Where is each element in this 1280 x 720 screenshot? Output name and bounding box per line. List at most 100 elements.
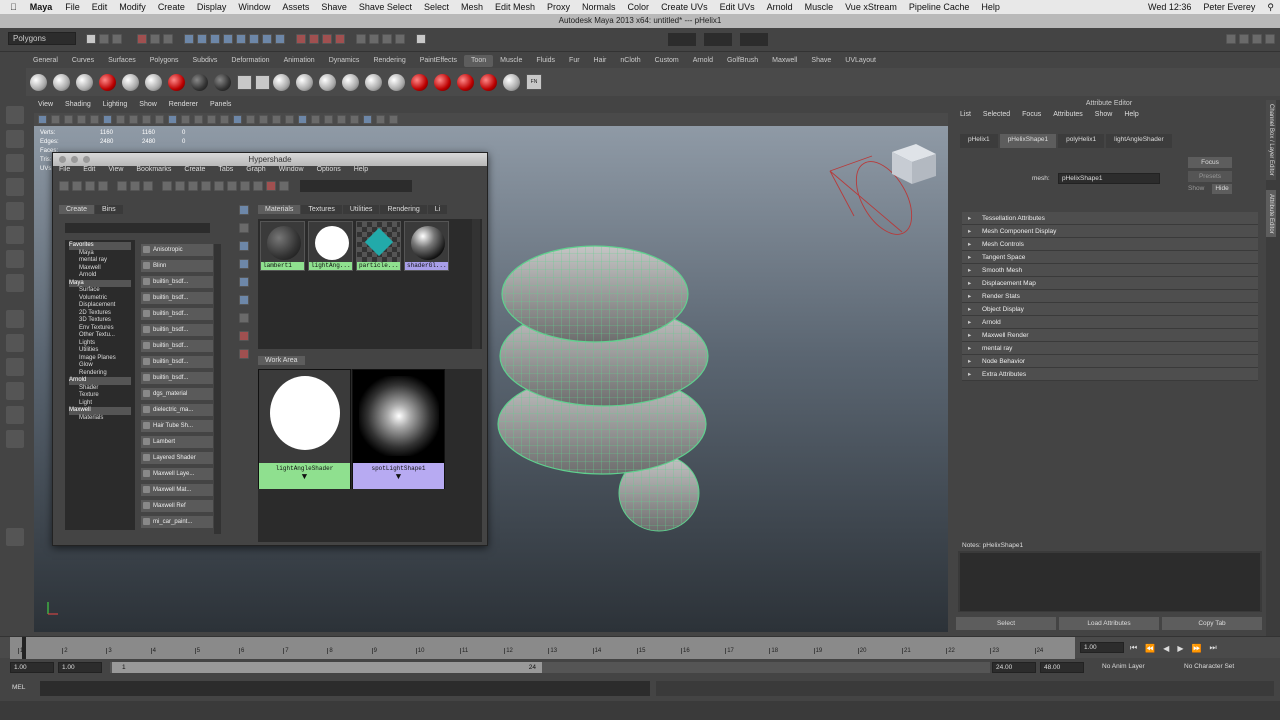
- create-node-button[interactable]: Layered Shader: [141, 452, 213, 464]
- toggle-panel-icon[interactable]: [72, 181, 82, 191]
- hypershade-menu-item[interactable]: View: [108, 166, 123, 178]
- shelf-tab[interactable]: Fluids: [529, 55, 562, 67]
- mac-menu-item[interactable]: Edit UVs: [720, 2, 755, 12]
- viewport-tool-icon[interactable]: [51, 115, 60, 124]
- view-icon[interactable]: [239, 223, 249, 233]
- view-icon[interactable]: [239, 277, 249, 287]
- range-slider-handle[interactable]: 1 24: [112, 662, 542, 673]
- work-node[interactable]: lightAngleShader ▼: [258, 369, 351, 489]
- create-node-button[interactable]: mi_car_paint...: [141, 516, 213, 528]
- attribute-editor-tab[interactable]: pHelixShape1: [999, 134, 1057, 148]
- hypershade-menu-item[interactable]: Window: [279, 166, 304, 178]
- view-icon[interactable]: [239, 295, 249, 305]
- shelf-tab[interactable]: Animation: [277, 55, 322, 67]
- toggle-panel-icon[interactable]: [59, 181, 69, 191]
- sphere-shelf-icon[interactable]: [411, 73, 428, 91]
- show-button[interactable]: Show: [1188, 185, 1204, 192]
- sphere-shelf-icon[interactable]: [296, 73, 313, 91]
- material-swatch[interactable]: lambert1: [260, 221, 305, 271]
- mesh-name-field[interactable]: pHelixShape1: [1058, 173, 1160, 184]
- anim-layer-dropdown[interactable]: No Anim Layer: [1102, 663, 1145, 670]
- shelf-tab[interactable]: Maxwell: [765, 55, 804, 67]
- node-list-scrollbar[interactable]: [214, 244, 221, 534]
- create-node-button[interactable]: Hair Tube Sh...: [141, 420, 213, 432]
- viewport-tool-icon[interactable]: [285, 115, 294, 124]
- shelf-tab[interactable]: Fur: [562, 55, 587, 67]
- mac-menu-item[interactable]: Normals: [582, 2, 616, 12]
- shelf-tab[interactable]: Muscle: [493, 55, 529, 67]
- mac-menu-item[interactable]: Mesh: [461, 2, 483, 12]
- view-icon[interactable]: [239, 349, 249, 359]
- shelf-tab[interactable]: Polygons: [143, 55, 186, 67]
- hypershade-menu-item[interactable]: Bookmarks: [136, 166, 171, 178]
- presets-button[interactable]: Presets: [1188, 171, 1232, 182]
- tab-materials[interactable]: Materials: [258, 205, 301, 214]
- create-node-button[interactable]: Anisotropic: [141, 244, 213, 256]
- attribute-section[interactable]: Tangent Space: [962, 251, 1258, 264]
- mel-label[interactable]: MEL: [12, 684, 25, 691]
- hypershade-menu-item[interactable]: Create: [184, 166, 205, 178]
- viewport-menu-item[interactable]: Renderer: [169, 101, 198, 113]
- graph-icon[interactable]: [117, 181, 127, 191]
- mask-icon[interactable]: [275, 34, 285, 44]
- attribute-section[interactable]: Object Display: [962, 303, 1258, 316]
- work-node[interactable]: spotLightShape1 ▼: [352, 369, 445, 489]
- viewport-tool-icon[interactable]: [64, 115, 73, 124]
- play-back-icon[interactable]: ◀: [1163, 644, 1169, 653]
- mask-icon[interactable]: [223, 34, 233, 44]
- tree-item[interactable]: Glow: [69, 362, 131, 370]
- attribute-editor-menu-item[interactable]: Focus: [1022, 111, 1041, 124]
- attribute-section[interactable]: Extra Attributes: [962, 368, 1258, 381]
- last-tool-icon[interactable]: [6, 274, 24, 292]
- start-time-field[interactable]: 1.00: [10, 662, 54, 673]
- create-node-button[interactable]: dgs_material: [141, 388, 213, 400]
- sphere-shelf-icon[interactable]: [76, 73, 93, 91]
- tree-item[interactable]: Env Textures: [69, 325, 131, 333]
- create-node-button[interactable]: Lambert: [141, 436, 213, 448]
- mask-icon[interactable]: [184, 34, 194, 44]
- character-set-dropdown[interactable]: No Character Set: [1184, 663, 1234, 670]
- sphere-shelf-icon[interactable]: [145, 73, 162, 91]
- copy-tab-button[interactable]: Copy Tab: [1162, 617, 1262, 630]
- snap-curve-icon[interactable]: [309, 34, 319, 44]
- step-back-icon[interactable]: ⏪: [1145, 644, 1155, 653]
- toggle-panel-icon[interactable]: [1252, 34, 1262, 44]
- mac-menu-item[interactable]: Arnold: [767, 2, 793, 12]
- sphere-shelf-icon[interactable]: [480, 73, 497, 91]
- attribute-section[interactable]: Mesh Controls: [962, 238, 1258, 251]
- viewport-tool-icon[interactable]: [155, 115, 164, 124]
- viewport-tool-icon[interactable]: [103, 115, 112, 124]
- tree-item[interactable]: Maya: [69, 279, 131, 287]
- tree-item[interactable]: mental ray: [69, 257, 131, 265]
- viewport-tool-icon[interactable]: [259, 115, 268, 124]
- mac-menu-item[interactable]: Shave Select: [359, 2, 412, 12]
- mac-menu-item[interactable]: Vue xStream: [845, 2, 897, 12]
- viewport-menu-item[interactable]: Shading: [65, 101, 91, 113]
- attribute-editor-menu-item[interactable]: List: [960, 111, 971, 124]
- mac-menu-item[interactable]: Color: [628, 2, 650, 12]
- create-node-button[interactable]: builtin_bsdf...: [141, 340, 213, 352]
- sphere-shelf-icon[interactable]: [122, 73, 139, 91]
- scale-tool-icon[interactable]: [6, 226, 24, 244]
- material-swatch[interactable]: lightAng...: [308, 221, 353, 271]
- input-line-icon[interactable]: [416, 34, 426, 44]
- snap-surface-icon[interactable]: [335, 34, 345, 44]
- layout-extra-icon[interactable]: [6, 528, 24, 546]
- viewport-tool-icon[interactable]: [272, 115, 281, 124]
- shelf-tab[interactable]: UVLayout: [838, 55, 883, 67]
- hypershade-menu-item[interactable]: Options: [317, 166, 341, 178]
- mac-menu-item[interactable]: Pipeline Cache: [909, 2, 970, 12]
- tab-work-area[interactable]: Work Area: [258, 356, 305, 365]
- graph-icon[interactable]: [201, 181, 211, 191]
- layout-outliner-icon[interactable]: [6, 406, 24, 424]
- history-icon[interactable]: [356, 34, 366, 44]
- tree-item[interactable]: Image Planes: [69, 355, 131, 363]
- toon-shelf-icon[interactable]: [237, 74, 252, 90]
- attribute-editor-tab[interactable]: pHelix1: [960, 134, 998, 148]
- tab-utilities[interactable]: Utilities: [342, 205, 380, 214]
- z-field[interactable]: [740, 33, 768, 46]
- shelf-tab[interactable]: Dynamics: [322, 55, 367, 67]
- mac-menu-item[interactable]: Proxy: [547, 2, 570, 12]
- create-node-button[interactable]: Maxwell Ref: [141, 500, 213, 512]
- shelf-tab[interactable]: Hair: [587, 55, 614, 67]
